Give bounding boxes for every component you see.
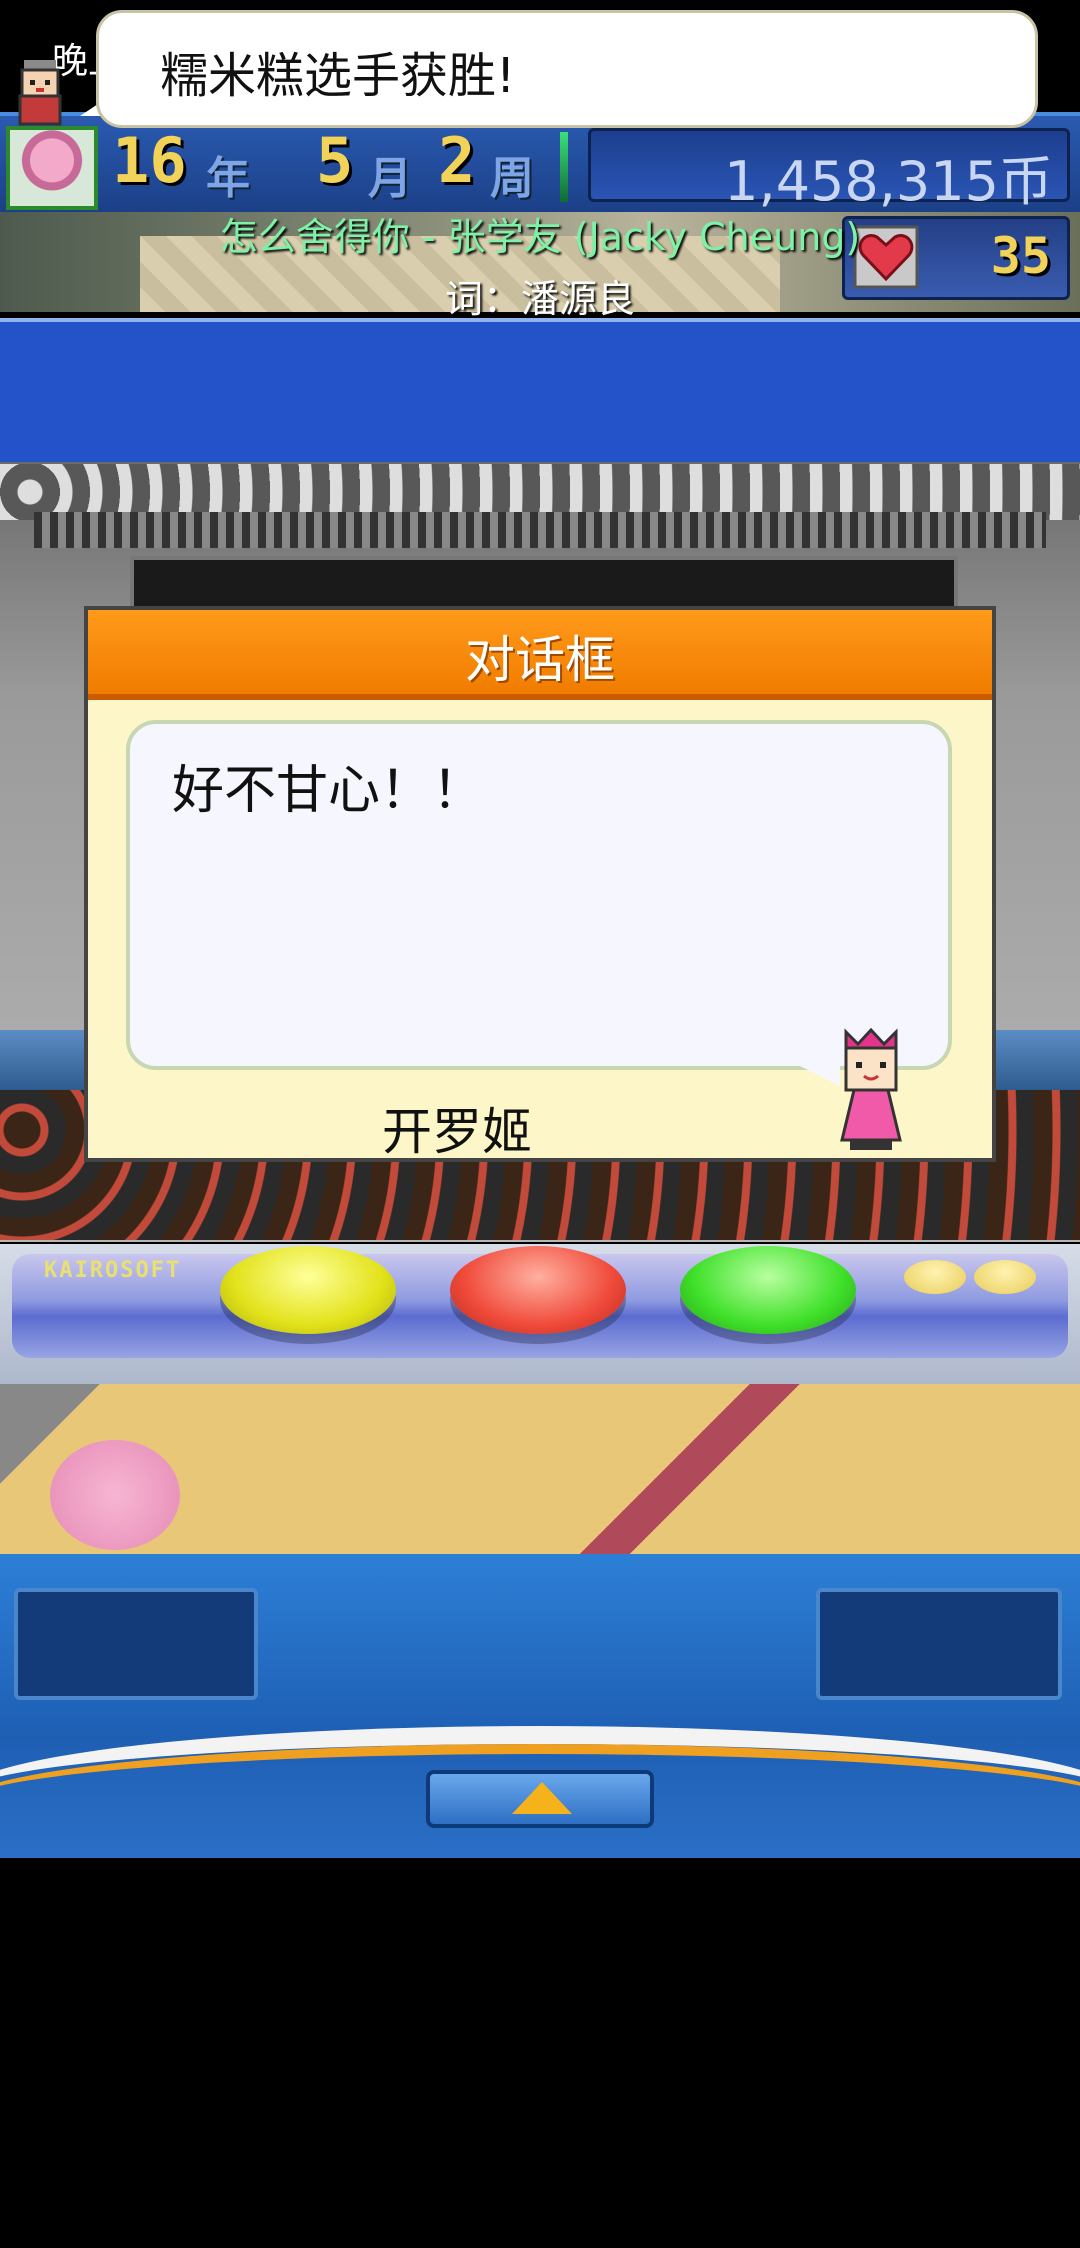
lyric-credit: 词：潘源良 (444, 277, 635, 321)
year-value: 16 (112, 124, 187, 197)
right-menu-slot[interactable] (816, 1588, 1062, 1700)
dialog-message: 好不甘心！！ (172, 761, 485, 821)
green-button[interactable] (680, 1246, 856, 1334)
dialog-header: 对话框 (88, 610, 992, 700)
yellow-button[interactable] (220, 1246, 396, 1334)
speaker-portrait (840, 1028, 902, 1150)
announcer-text: 糯米糕选手获胜! (160, 48, 516, 104)
small-button-2[interactable] (974, 1260, 1036, 1294)
money-display: 1,458,315币 (588, 128, 1070, 213)
announcer-avatar (18, 60, 62, 126)
announcer-bar (0, 318, 1080, 466)
year-unit: 年 (206, 153, 250, 204)
speech-bubble-tail (780, 1056, 840, 1086)
dialog-box[interactable]: 对话框 好不甘心！！ 开罗姬 (84, 606, 996, 1162)
cherry-tree (50, 1440, 180, 1550)
triangle-up-icon (512, 1782, 572, 1814)
expand-menu-button[interactable] (426, 1770, 654, 1828)
left-menu-slot[interactable] (14, 1588, 258, 1700)
speaker-name: 开罗姬 (382, 1103, 532, 1161)
money-value: 1,458,315币 (724, 150, 1053, 213)
week-unit: 周 (490, 153, 534, 204)
red-button[interactable] (450, 1246, 626, 1334)
month-value: 5 (316, 124, 354, 197)
brand-label: KAIROSOFT (44, 1258, 182, 1283)
cherry-blossom-icon[interactable] (6, 126, 98, 210)
hud-divider (560, 132, 568, 202)
small-button-1[interactable] (904, 1260, 966, 1294)
week-value: 2 (438, 124, 476, 197)
dialog-title: 对话框 (465, 631, 615, 689)
stage-truss (34, 512, 1046, 548)
lyric-title: 怎么舍得你 - 张学友 (Jacky Cheung) (219, 215, 861, 259)
month-unit: 月 (368, 153, 412, 204)
